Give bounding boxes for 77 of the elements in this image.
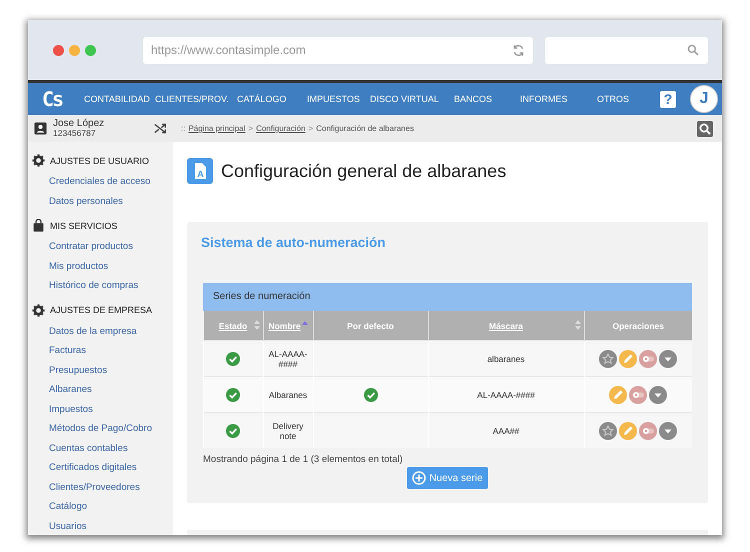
sidebar-link[interactable]: Certificados digitales	[32, 458, 173, 478]
help-button[interactable]: ?	[660, 90, 676, 108]
sidebar-section-title: MIS SERVICIOS	[50, 220, 118, 230]
user-name: Jose López	[53, 119, 106, 130]
nav-menu-item[interactable]: INFORMES	[520, 94, 597, 104]
table-cell: AAA##	[428, 412, 584, 448]
shuffle-icon[interactable]	[154, 122, 167, 135]
reload-icon[interactable]	[512, 44, 525, 56]
sidebar-link[interactable]: Contratar productos	[32, 237, 173, 256]
breadcrumb-prefix: ::	[181, 124, 186, 133]
nav-menu-item[interactable]: CONTABILIDAD	[84, 94, 155, 104]
sidebar-link[interactable]: Albaranes	[32, 380, 173, 400]
maximize-dot[interactable]	[85, 44, 96, 56]
pencil-icon[interactable]	[609, 386, 628, 404]
contact-card-icon	[34, 122, 47, 135]
caret-icon[interactable]	[659, 350, 678, 368]
sidebar-link[interactable]: Cuentas contables	[32, 438, 173, 458]
logo[interactable]: Cs	[42, 87, 70, 111]
pencil-icon[interactable]	[619, 350, 638, 368]
table-cell: Delivery note	[263, 412, 313, 448]
toggle-icon[interactable]	[639, 350, 658, 368]
column-header: Por defecto	[313, 311, 428, 340]
search-icon	[687, 44, 699, 56]
search-button-icon[interactable]	[697, 120, 713, 136]
nav-menu-item[interactable]: DISCO VIRTUAL	[370, 94, 454, 104]
table-cell: albaranes	[428, 340, 584, 376]
sort-ascending-icon	[302, 320, 308, 324]
new-series-button[interactable]: Nueva serie	[407, 467, 488, 489]
sidebar-link[interactable]: Facturas	[32, 341, 173, 360]
gear-icon	[32, 154, 45, 167]
sidebar-link[interactable]: Impuestos	[32, 400, 173, 419]
minimize-dot[interactable]	[69, 44, 80, 56]
sort-icon	[574, 320, 580, 330]
avatar[interactable]: J	[690, 85, 718, 113]
sort-icon	[254, 320, 260, 330]
toggle-icon[interactable]	[639, 422, 658, 440]
nav-menu-item[interactable]: CATÁLOGO	[237, 94, 307, 104]
breadcrumb-link[interactable]: Página principal	[188, 124, 246, 133]
table-cell: AL-AAAA-####	[263, 340, 313, 376]
breadcrumb-separator: >	[308, 124, 314, 133]
breadcrumb-separator: >	[248, 124, 254, 133]
sidebar-link[interactable]: Métodos de Pago/Cobro	[32, 419, 173, 438]
close-dot[interactable]	[53, 44, 64, 56]
plus-icon	[412, 471, 426, 485]
sidebar-link[interactable]: Credenciales de acceso	[32, 172, 173, 192]
sidebar-link[interactable]: Mis productos	[32, 256, 173, 276]
sidebar-link[interactable]: Presupuestos	[32, 360, 173, 380]
section-title: Sistema de auto-numeración	[201, 235, 387, 250]
user-id: 123456787	[53, 129, 96, 138]
pagination-text: Mostrando página 1 de 1 (3 elementos en total)	[203, 454, 404, 465]
sidebar-link[interactable]: Histórico de compras	[32, 276, 173, 296]
nav-menu-item[interactable]: BANCOS	[454, 94, 520, 104]
breadcrumb-current: Configuración de albaranes	[316, 124, 414, 133]
sidebar-section-title: AJUSTES DE EMPRESA	[50, 305, 152, 315]
table-cell: AL-AAAA-####	[428, 376, 584, 412]
table-cell: Albaranes	[263, 376, 313, 412]
nav-menu-item[interactable]: IMPUESTOS	[307, 94, 370, 104]
toggle-icon[interactable]	[629, 386, 648, 404]
address-bar[interactable]: https://www.contasimple.com	[143, 36, 533, 64]
sidebar-section-title: AJUSTES DE USUARIO	[50, 156, 150, 166]
sidebar-link[interactable]: Clientes/Proveedores	[32, 478, 173, 497]
caret-icon[interactable]	[649, 386, 668, 404]
sidebar-link[interactable]: Usuarios	[32, 516, 173, 535]
table-title: Series de numeración	[203, 283, 692, 311]
search-field[interactable]	[545, 36, 708, 64]
gear-icon	[32, 304, 45, 316]
sidebar-link[interactable]: Datos personales	[32, 192, 173, 211]
caret-icon[interactable]	[659, 422, 678, 440]
pencil-icon[interactable]	[619, 422, 638, 440]
nav-menu-item[interactable]: OTROS	[597, 94, 630, 104]
page-title: Configuración general de albaranes	[221, 160, 506, 182]
nav-menu-item[interactable]: CLIENTES/PROV.	[155, 94, 237, 104]
column-header: Operaciones	[584, 311, 692, 340]
sidebar-link[interactable]: Catálogo	[32, 497, 173, 516]
document-icon: A	[187, 158, 213, 184]
breadcrumb-link[interactable]: Configuración	[256, 124, 306, 133]
sidebar-link[interactable]: Datos de la empresa	[32, 322, 173, 341]
